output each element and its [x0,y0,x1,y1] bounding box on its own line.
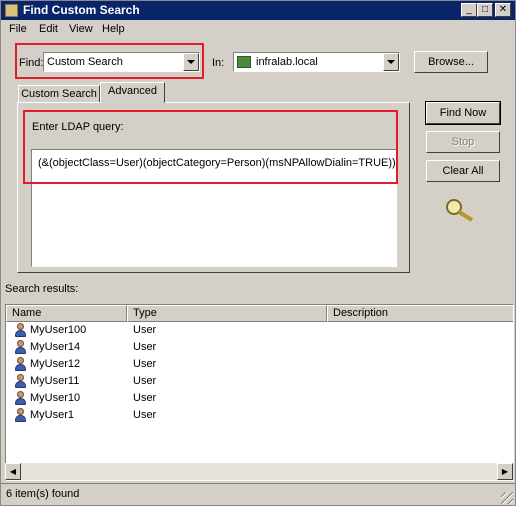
scroll-left-icon[interactable]: ◀ [5,463,21,480]
table-row[interactable]: MyUser11 User [10,373,350,390]
menu-edit[interactable]: Edit [39,23,58,35]
ldap-highlight-annotation [23,110,398,184]
search-results-list[interactable]: Name Type Description MyUser100 User MyU… [5,304,514,481]
search-magnifier-icon [446,199,474,222]
in-dropdown-value: infralab.local [256,56,318,68]
chevron-down-icon[interactable] [383,53,399,71]
find-highlight-annotation [15,43,204,79]
find-app-icon [5,4,18,17]
row-name: MyUser1 [30,409,75,421]
row-name: MyUser12 [30,358,81,370]
title-bar: Find Custom Search _ □ ✕ [1,1,515,20]
resize-grip-icon[interactable] [501,492,513,504]
status-bar: 6 item(s) found [1,483,515,506]
row-type: User [133,375,157,387]
minimize-button[interactable]: _ [461,3,477,17]
search-results-label: Search results: [5,283,79,295]
row-name: MyUser10 [30,392,81,404]
row-type: User [133,341,157,353]
row-type: User [133,409,157,421]
menu-file[interactable]: File [9,23,27,35]
find-custom-search-window: Find Custom Search _ □ ✕ File Edit View … [0,0,516,506]
row-name: MyUser14 [30,341,81,353]
maximize-button[interactable]: □ [477,3,493,17]
in-label: In: [212,57,225,69]
find-now-button[interactable]: Find Now [425,101,501,125]
row-type: User [133,358,157,370]
in-dropdown[interactable]: infralab.local [233,52,400,72]
tab-custom-search[interactable]: Custom Search [18,85,100,103]
table-row[interactable]: MyUser100 User [10,322,350,339]
close-button[interactable]: ✕ [495,3,511,17]
clear-all-button[interactable]: Clear All [426,160,500,182]
row-type: User [133,392,157,404]
table-row[interactable]: MyUser12 User [10,356,350,373]
user-icon [14,374,28,389]
table-row[interactable]: MyUser1 User [10,407,350,424]
domain-icon [237,56,251,68]
user-icon [14,408,28,423]
status-text: 6 item(s) found [6,488,80,500]
row-type: User [133,324,157,336]
tab-advanced[interactable]: Advanced [100,82,165,103]
table-row[interactable]: MyUser14 User [10,339,350,356]
horizontal-scrollbar[interactable]: ◀ ▶ [5,463,514,480]
menu-help[interactable]: Help [102,23,125,35]
column-header-description[interactable]: Description [327,305,513,322]
user-icon [14,391,28,406]
column-header-name[interactable]: Name [6,305,127,322]
stop-button[interactable]: Stop [426,131,500,153]
table-row[interactable]: MyUser10 User [10,390,350,407]
menu-bar: File Edit View Help [1,20,515,38]
row-name: MyUser11 [30,375,80,387]
row-name: MyUser100 [30,324,87,336]
user-icon [14,340,28,355]
user-icon [14,357,28,372]
menu-view[interactable]: View [69,23,93,35]
column-header-type[interactable]: Type [127,305,327,322]
scroll-right-icon[interactable]: ▶ [497,463,513,480]
browse-button[interactable]: Browse... [414,51,488,73]
user-icon [14,323,28,338]
window-title: Find Custom Search [23,3,140,17]
